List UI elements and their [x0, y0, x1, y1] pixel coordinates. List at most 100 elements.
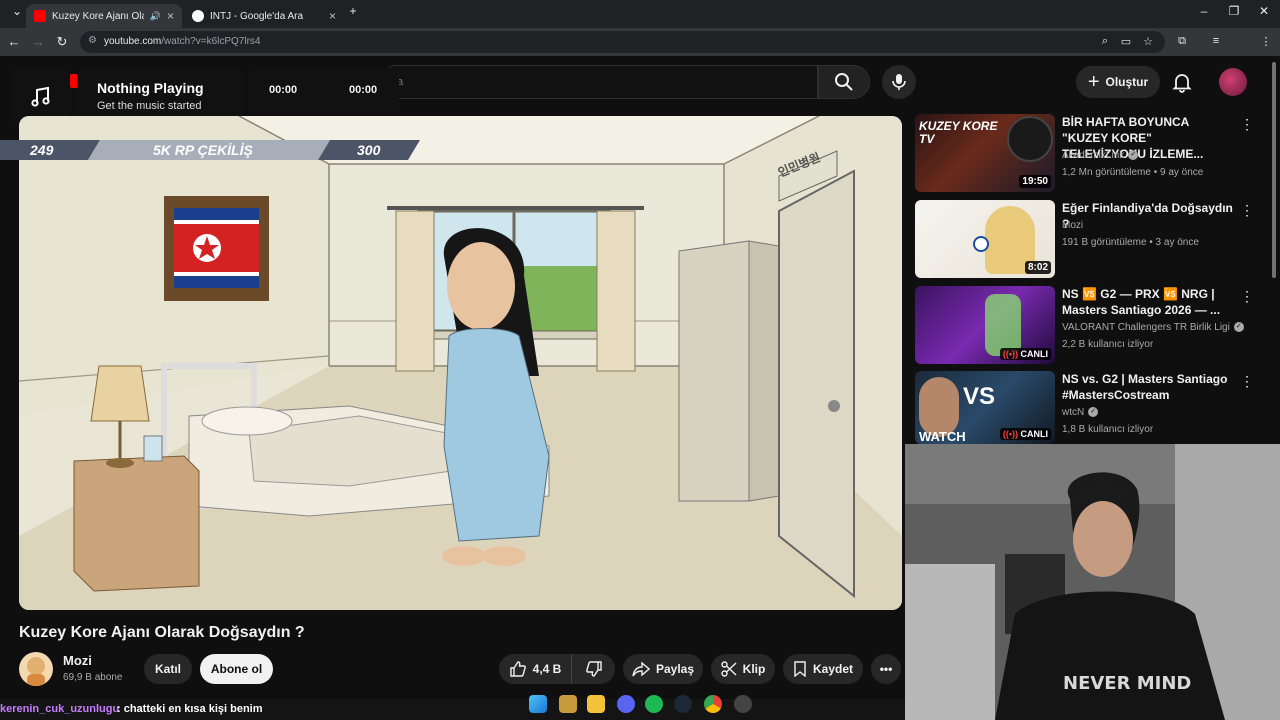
- subscriber-count: 69,9 B abone: [63, 672, 123, 683]
- cast-icon[interactable]: ▭: [1118, 35, 1134, 48]
- recommendation-meta: 1,8 B kullanıcı izliyor: [1062, 424, 1154, 435]
- dislike-button[interactable]: [571, 654, 615, 684]
- address-bar[interactable]: ⚙ youtube.com/watch?v=k6lcPQ7lrs4: [80, 31, 1165, 53]
- thumbs-down-icon: [585, 661, 602, 677]
- bookmark-star-icon[interactable]: ☆: [1140, 35, 1156, 48]
- more-vertical-icon[interactable]: ⋮: [1240, 202, 1254, 219]
- league-client-icon[interactable]: [559, 695, 577, 713]
- steam-icon[interactable]: [674, 695, 692, 713]
- video-thumbnail[interactable]: KUZEY KORE TV 19:50: [915, 114, 1055, 192]
- speaker-icon[interactable]: 🔊: [150, 11, 161, 22]
- menu-dots-icon[interactable]: ⋮: [1258, 35, 1274, 48]
- recommendation-channel: Mozi: [1062, 220, 1084, 231]
- search-input[interactable]: a: [380, 65, 818, 99]
- channel-name[interactable]: Mozi: [63, 653, 92, 668]
- video-thumbnail[interactable]: ((•)) CANLI: [915, 286, 1055, 364]
- zoom-icon[interactable]: ⌕: [1097, 35, 1113, 48]
- banner-left-number: 249: [30, 142, 54, 158]
- thumbnail-flag-art: [973, 236, 989, 252]
- time-total: 00:00: [349, 84, 378, 96]
- recommendation-title: Eğer Finlandiya'da Doğsaydın ?: [1062, 201, 1233, 231]
- recommendation-item[interactable]: KUZEY KORE TV 19:50 BİR HAFTA BOYUNCA "KU…: [915, 114, 1255, 192]
- recommendation-item[interactable]: 8:02 Eğer Finlandiya'da Doğsaydın ? Mozi…: [915, 200, 1255, 278]
- spotify-icon[interactable]: [645, 695, 663, 713]
- video-thumbnail[interactable]: 8:02: [915, 200, 1055, 278]
- more-vertical-icon[interactable]: ⋮: [1240, 116, 1254, 133]
- subscribe-button[interactable]: Abone ol: [200, 654, 273, 684]
- duration-badge: 19:50: [1019, 175, 1051, 188]
- more-vertical-icon[interactable]: ⋮: [1240, 288, 1254, 305]
- close-icon[interactable]: ×: [329, 9, 336, 23]
- now-playing-title: Nothing Playing: [97, 80, 204, 96]
- more-vertical-icon[interactable]: ⋮: [1240, 373, 1254, 390]
- video-player[interactable]: 인민병원: [19, 116, 902, 610]
- discord-icon[interactable]: [617, 695, 635, 713]
- window-close-icon[interactable]: ✕: [1249, 4, 1279, 18]
- site-info-icon[interactable]: ⚙: [88, 35, 97, 46]
- browser-toolbar: ← → ↻ ⚙ youtube.com/watch?v=k6lcPQ7lrs4 …: [0, 28, 1280, 77]
- save-button[interactable]: Kaydet: [783, 654, 863, 684]
- save-label: Kaydet: [812, 662, 853, 676]
- browser-tab-strip: ⌄ Kuzey Kore Ajanı Olarak Do 🔊 × İNTJ - …: [0, 0, 1280, 28]
- now-playing-subtitle: Get the music started: [97, 100, 202, 112]
- verified-check-icon: ✓: [1088, 407, 1099, 418]
- close-icon[interactable]: ×: [167, 9, 174, 23]
- thumbnail-vs-art: VS: [963, 383, 996, 410]
- chrome-icon[interactable]: [704, 695, 722, 713]
- like-count: 4,4 B: [532, 662, 562, 676]
- share-button[interactable]: Paylaş: [623, 654, 703, 684]
- thumbs-up-icon: [509, 661, 526, 677]
- windows-start-icon[interactable]: [529, 695, 547, 713]
- create-button[interactable]: + Oluştur: [1076, 66, 1160, 98]
- clip-button[interactable]: Klip: [711, 654, 775, 684]
- recommendation-meta: 2,2 B kullanıcı izliyor: [1062, 339, 1154, 350]
- youtube-icon: [34, 10, 46, 22]
- clip-label: Klip: [742, 662, 766, 676]
- verified-check-icon: ✓: [1233, 322, 1244, 333]
- duration-badge: 8:02: [1024, 261, 1051, 274]
- video-thumbnail[interactable]: VS WATCH ((•)) CANLI: [915, 371, 1055, 444]
- tab-title: Kuzey Kore Ajanı Olarak Do: [52, 10, 144, 22]
- plus-icon: +: [1087, 70, 1100, 93]
- account-avatar[interactable]: [1219, 68, 1247, 96]
- channel-avatar[interactable]: [19, 652, 53, 686]
- video-frame-illustration: [19, 116, 902, 610]
- microphone-icon: [892, 74, 906, 90]
- more-horizontal-icon: •••: [879, 662, 893, 676]
- extensions-icon[interactable]: ⧉: [1174, 35, 1190, 48]
- thumbnail-streamer-art: [919, 377, 959, 437]
- voice-search-button[interactable]: [882, 65, 916, 99]
- search-button[interactable]: [818, 65, 870, 99]
- giveaway-banner: 249 5K RP ÇEKİLİŞ 300: [0, 140, 420, 160]
- tab-title: İNTJ - Google'da Ara: [210, 10, 304, 22]
- thumbnail-clock-art: [1007, 116, 1053, 162]
- back-icon[interactable]: ←: [4, 34, 24, 49]
- webcam-overlay: NEVER MIND: [905, 444, 1280, 720]
- recommendation-item[interactable]: ((•)) CANLI NS 🆚 G2 — PRX 🆚 NRG | Master…: [915, 286, 1255, 364]
- more-actions-button[interactable]: •••: [871, 654, 901, 684]
- notifications-bell-icon[interactable]: [1170, 70, 1194, 94]
- join-button[interactable]: Katıl: [144, 654, 192, 684]
- forward-icon[interactable]: →: [28, 34, 48, 49]
- file-explorer-icon[interactable]: [587, 695, 605, 713]
- svg-text:NEVER MIND: NEVER MIND: [1063, 673, 1191, 694]
- create-label: Oluştur: [1105, 75, 1149, 89]
- tab-google-search[interactable]: İNTJ - Google'da Ara ×: [184, 4, 344, 28]
- chat-username: kerenin_cuk_uzunlugu: [0, 703, 120, 715]
- search-icon: [835, 73, 853, 91]
- page-scrollbar[interactable]: [1272, 62, 1276, 278]
- restore-icon[interactable]: ❐: [1219, 4, 1249, 18]
- url-text: youtube.com/watch?v=k6lcPQ7lrs4: [104, 36, 261, 47]
- recommendation-title: NS vs. G2 | Masters Santiago #MastersCos…: [1062, 372, 1228, 402]
- like-button[interactable]: 4,4 B: [499, 654, 571, 684]
- recommendation-item[interactable]: VS WATCH ((•)) CANLI NS vs. G2 | Masters…: [915, 371, 1255, 444]
- new-tab-icon[interactable]: +: [338, 4, 368, 18]
- reading-list-icon[interactable]: ≡: [1208, 35, 1224, 47]
- chat-message: : chatteki en kısa kişi benim: [117, 703, 263, 715]
- obs-icon[interactable]: [734, 695, 752, 713]
- tab-youtube-video[interactable]: Kuzey Kore Ajanı Olarak Do 🔊 ×: [26, 4, 182, 28]
- recommendation-meta: 1,2 Mn görüntüleme • 9 ay önce: [1062, 167, 1204, 178]
- reload-icon[interactable]: ↻: [52, 34, 72, 50]
- minimize-icon[interactable]: –: [1189, 4, 1219, 18]
- banner-title: 5K RP ÇEKİLİŞ: [153, 142, 253, 158]
